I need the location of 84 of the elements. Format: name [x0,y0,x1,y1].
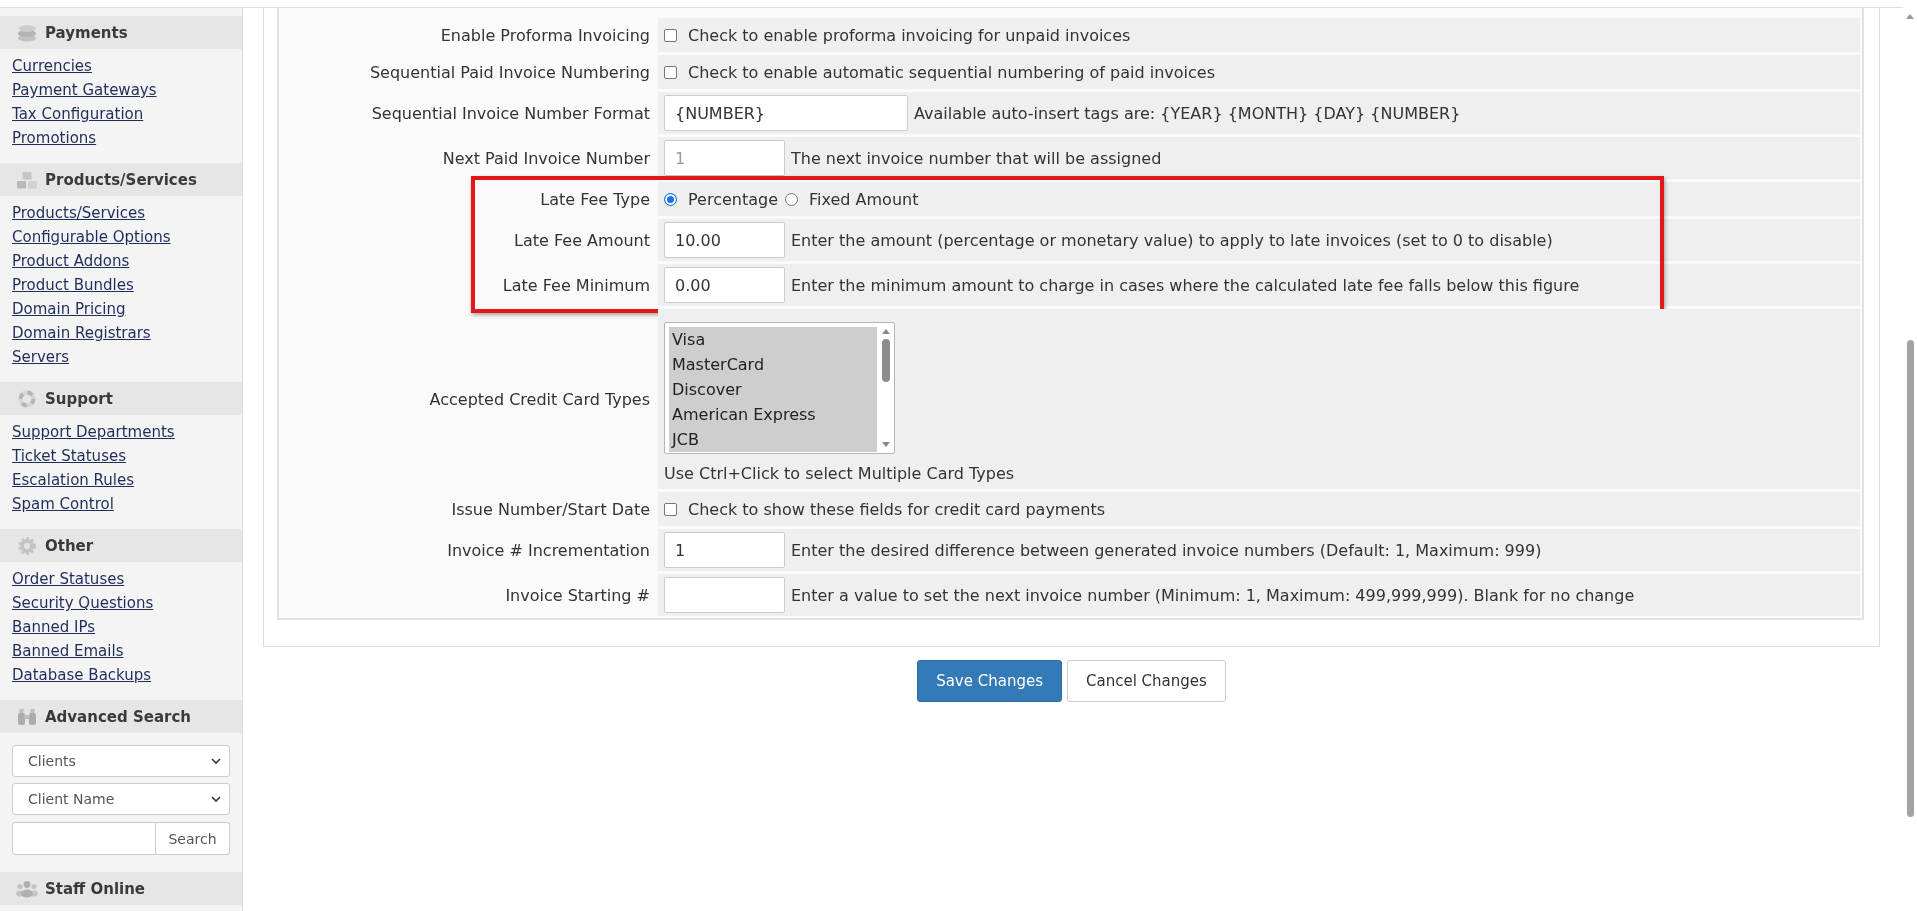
section-title: Products/Services [45,170,197,189]
sidebar-link[interactable]: Order Statuses [12,567,125,591]
section-title: Support [45,389,113,408]
life-ring-icon [16,389,38,408]
field-description: Available auto-insert tags are: {YEAR} {MONTH} {DAY} {NUMBER} [914,103,1461,123]
search-field[interactable] [12,822,156,855]
sidebar-link[interactable]: Domain Registrars [12,321,151,345]
field-label: Late Fee Minimum [502,275,650,295]
listbox[interactable]: Visa MasterCard Discover American Express JCB [664,322,895,454]
sidebar-link[interactable]: Banned Emails [12,639,124,663]
sidebar-link[interactable]: Product Addons [12,249,130,273]
field-label: Late Fee Amount [514,230,650,250]
section-title: Payments [45,23,128,42]
sidebar-link[interactable]: Domain Pricing [12,297,126,321]
radio-label[interactable]: Percentage [688,189,778,209]
radio-label[interactable]: Fixed Amount [809,189,919,209]
scroll-up-icon[interactable] [1906,14,1914,19]
field-label: Next Paid Invoice Number [442,148,650,168]
scrollbar-thumb[interactable] [881,339,890,382]
field-label: Accepted Credit Card Types [429,389,650,409]
radio-button[interactable] [785,192,798,206]
field-description: Check to show these fields for credit card payments [688,499,1106,519]
sidebar-link[interactable]: Tax Configuration [12,102,144,126]
field-description: Check to enable automatic sequential numbering of paid invoices [688,62,1215,82]
text-field[interactable]: 1 [664,532,785,568]
sidebar-link[interactable]: Database Backups [12,663,152,687]
listbox-option[interactable]: American Express [669,402,877,427]
users-icon [16,879,38,898]
sidebar-link[interactable]: Support Departments [12,420,175,444]
listbox-option[interactable]: MasterCard [669,352,877,377]
listbox-option[interactable]: JCB [669,427,877,452]
field-label: Invoice Starting # [505,585,650,605]
text-field[interactable] [664,577,785,613]
sidebar-link[interactable]: Spam Control [12,492,114,516]
field-label: Issue Number/Start Date [451,499,650,519]
cancel-button[interactable]: Cancel Changes [1067,660,1226,702]
scroll-up-icon[interactable] [881,329,890,334]
sidebar-link[interactable]: Product Bundles [12,273,134,297]
cubes-icon [16,170,38,189]
radio-button[interactable] [664,192,677,206]
dropdown[interactable]: Clients [12,745,230,777]
field-description: Enter a value to set the next invoice number (Minimum: 1, Maximum: 499,999,999). Blank for no change [791,585,1635,605]
text-field[interactable]: 0.00 [664,267,785,303]
binoculars-icon [16,707,38,726]
sidebar-link[interactable]: Security Questions [12,591,154,615]
coins-icon [16,23,38,42]
dropdown[interactable]: Client Name [12,783,230,815]
field-description: Enter the amount (percentage or monetary value) to apply to late invoices (set to 0 to disable) [791,230,1553,250]
sidebar-link[interactable]: Promotions [12,126,97,150]
field-description: Check to enable proforma invoicing for unpaid invoices [688,25,1131,45]
field-description: The next invoice number that will be assigned [791,148,1162,168]
field-description: Enter the desired difference between generated invoice numbers (Default: 1, Maximum: 999) [791,540,1542,560]
listbox-option[interactable]: Discover [669,377,877,402]
checkbox[interactable] [664,65,677,79]
sidebar-link[interactable]: Ticket Statuses [12,444,126,468]
sidebar-link[interactable]: Banned IPs [12,615,96,639]
section-title: Advanced Search [45,707,191,726]
sidebar-link[interactable]: Payment Gateways [12,78,157,102]
listbox-option[interactable]: Visa [669,327,877,352]
text-field[interactable]: {NUMBER} [664,95,908,131]
section-title: Other [45,536,94,555]
chevron-down-icon [211,796,221,802]
section-title: Staff Online [45,879,146,898]
sidebar-link[interactable]: Products/Services [12,201,146,225]
field-label: Sequential Paid Invoice Numbering [369,62,650,82]
sidebar-link[interactable]: Configurable Options [12,225,171,249]
field-label: Late Fee Type [540,189,650,209]
scrollbar-thumb[interactable] [1906,340,1914,817]
field-label: Sequential Invoice Number Format [371,103,650,123]
gear-icon [16,536,38,555]
help-text: Use Ctrl+Click to select Multiple Card Types [664,463,1015,485]
sidebar-link[interactable]: Currencies [12,54,92,78]
chevron-down-icon [211,758,221,764]
field-label: Invoice # Incrementation [447,540,650,560]
checkbox[interactable] [664,28,677,42]
search-button[interactable]: Search [156,822,230,855]
save-button[interactable]: Save Changes [917,660,1062,702]
field-label: Enable Proforma Invoicing [440,25,650,45]
text-field[interactable]: 10.00 [664,222,785,258]
scroll-down-icon[interactable] [881,442,890,447]
checkbox[interactable] [664,502,677,516]
sidebar-link[interactable]: Escalation Rules [12,468,135,492]
field-description: Enter the minimum amount to charge in cases where the calculated late fee falls below this figure [791,275,1580,295]
sidebar-link[interactable]: Servers [12,345,69,369]
